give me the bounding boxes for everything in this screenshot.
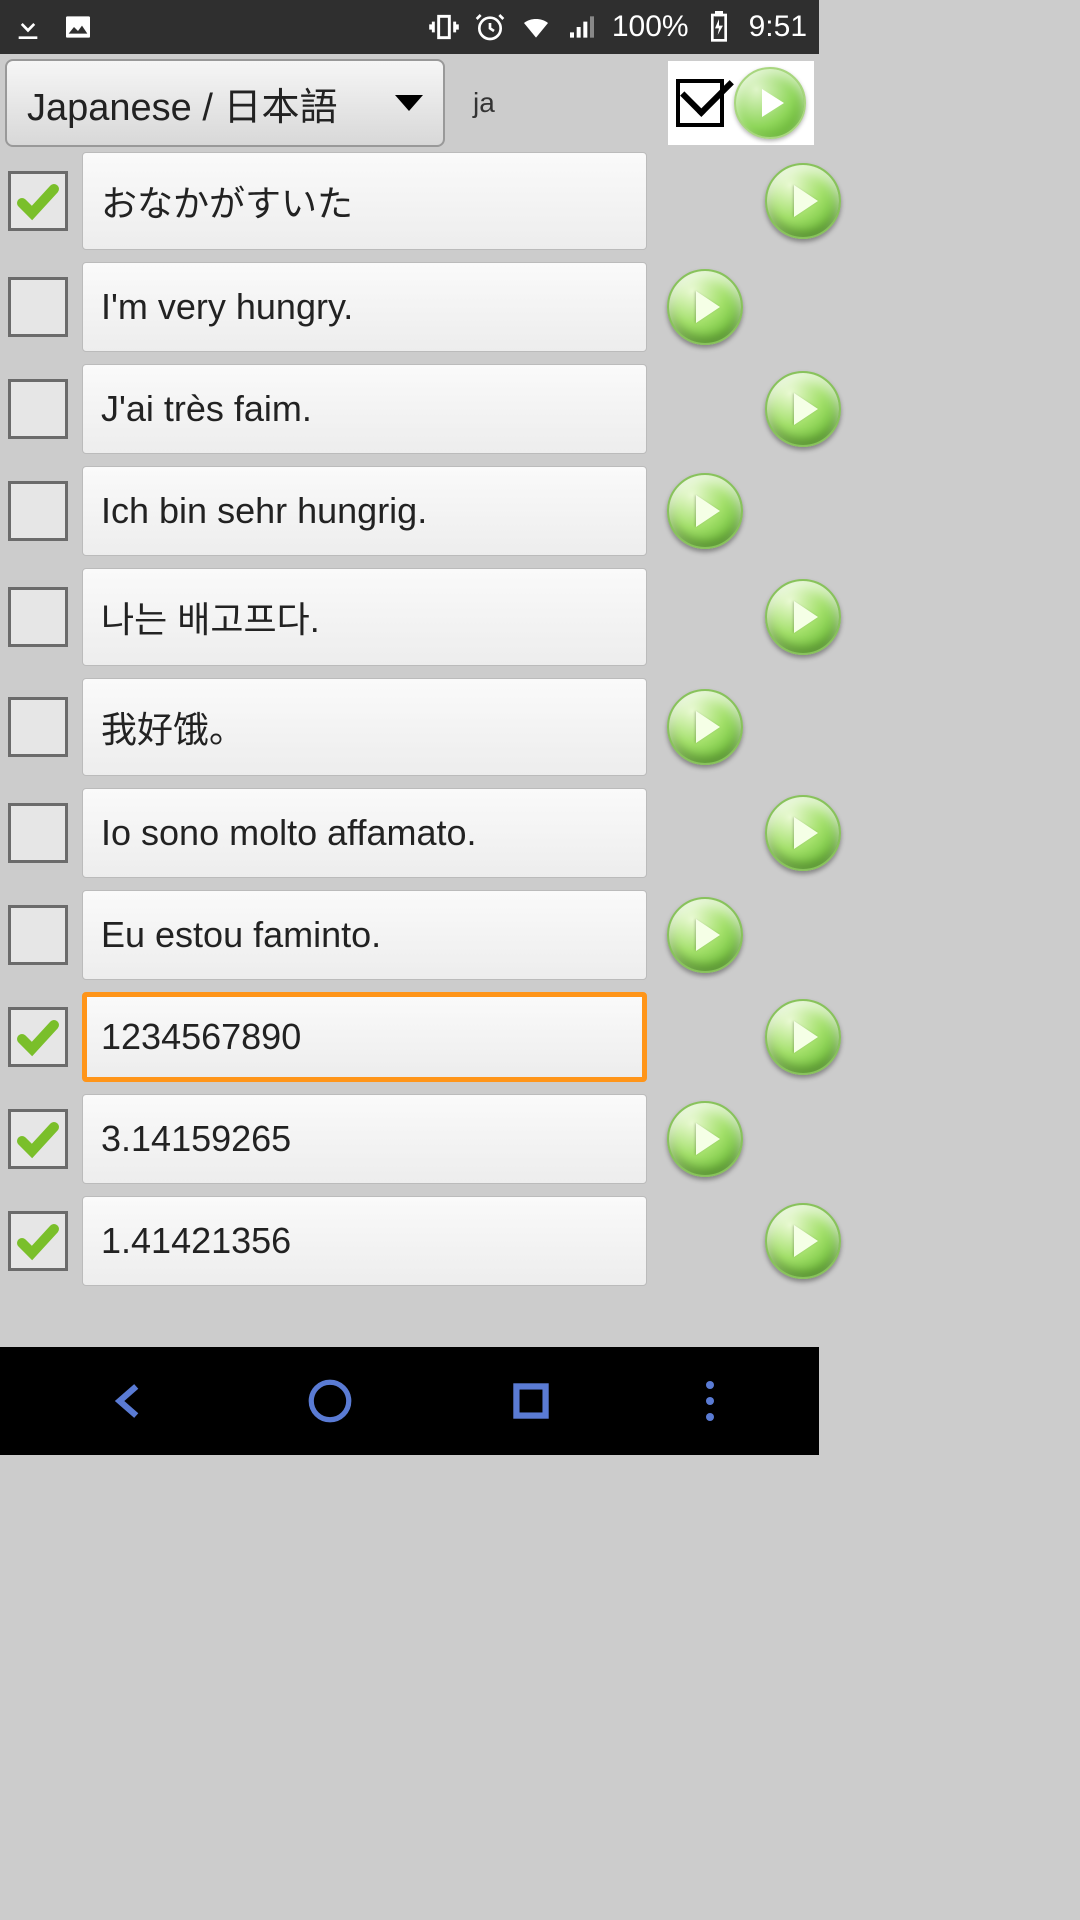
phrase-row: J'ai très faim.: [8, 364, 811, 454]
row-checkbox[interactable]: [8, 1109, 68, 1169]
chevron-down-icon: [395, 95, 423, 111]
nav-recent-button[interactable]: [506, 1376, 556, 1426]
play-button[interactable]: [667, 473, 743, 549]
row-checkbox[interactable]: [8, 1211, 68, 1271]
phrase-row: 我好饿。: [8, 678, 811, 776]
nav-back-button[interactable]: [105, 1376, 155, 1426]
phrase-text-field[interactable]: おなかがすいた: [82, 152, 647, 250]
signal-icon: [566, 11, 598, 43]
play-button[interactable]: [765, 579, 841, 655]
phrase-text-field[interactable]: Io sono molto affamato.: [82, 788, 647, 878]
select-all-checkbox[interactable]: [676, 79, 724, 127]
phrase-text-field[interactable]: 我好饿。: [82, 678, 647, 776]
phrase-text-field[interactable]: 나는 배고프다.: [82, 568, 647, 666]
header-controls: [668, 61, 814, 145]
phrase-text-field[interactable]: Ich bin sehr hungrig.: [82, 466, 647, 556]
nav-menu-button[interactable]: [706, 1381, 714, 1421]
phrase-text-field[interactable]: 1234567890: [82, 992, 647, 1082]
play-button[interactable]: [765, 795, 841, 871]
clock-time: 9:51: [749, 10, 807, 44]
play-button[interactable]: [765, 371, 841, 447]
phrase-text-field[interactable]: Eu estou faminto.: [82, 890, 647, 980]
row-checkbox[interactable]: [8, 803, 68, 863]
language-dropdown[interactable]: Japanese / 日本語: [5, 59, 445, 147]
row-checkbox[interactable]: [8, 905, 68, 965]
battery-percent: 100%: [612, 10, 689, 44]
phrase-row: I'm very hungry.: [8, 262, 811, 352]
phrase-row: おなかがすいた: [8, 152, 811, 250]
play-button[interactable]: [667, 269, 743, 345]
play-button[interactable]: [765, 1203, 841, 1279]
header: Japanese / 日本語 ja: [0, 54, 819, 152]
nav-home-button[interactable]: [305, 1376, 355, 1426]
row-checkbox[interactable]: [8, 697, 68, 757]
battery-charging-icon: [703, 11, 735, 43]
play-button[interactable]: [667, 689, 743, 765]
download-icon: [12, 11, 44, 43]
phrase-text-field[interactable]: 3.14159265: [82, 1094, 647, 1184]
play-button[interactable]: [667, 1101, 743, 1177]
row-checkbox[interactable]: [8, 1007, 68, 1067]
phrase-row: 나는 배고프다.: [8, 568, 811, 666]
play-button[interactable]: [765, 163, 841, 239]
play-all-button[interactable]: [734, 67, 806, 139]
row-checkbox[interactable]: [8, 277, 68, 337]
row-checkbox[interactable]: [8, 481, 68, 541]
dropdown-label: Japanese / 日本語: [27, 76, 337, 131]
phrase-row: 3.14159265: [8, 1094, 811, 1184]
row-checkbox[interactable]: [8, 587, 68, 647]
phrase-list: おなかがすいた I'm very hungry. J'ai très faim. Ic…: [0, 152, 819, 1286]
play-button[interactable]: [765, 999, 841, 1075]
play-button[interactable]: [667, 897, 743, 973]
language-code: ja: [473, 87, 495, 119]
wifi-icon: [520, 11, 552, 43]
phrase-row: Io sono molto affamato.: [8, 788, 811, 878]
phrase-row: Eu estou faminto.: [8, 890, 811, 980]
phrase-row: 1234567890: [8, 992, 811, 1082]
status-bar: 100% 9:51: [0, 0, 819, 54]
image-icon: [62, 11, 94, 43]
row-checkbox[interactable]: [8, 171, 68, 231]
alarm-icon: [474, 11, 506, 43]
phrase-row: Ich bin sehr hungrig.: [8, 466, 811, 556]
phrase-text-field[interactable]: I'm very hungry.: [82, 262, 647, 352]
row-checkbox[interactable]: [8, 379, 68, 439]
phrase-text-field[interactable]: J'ai très faim.: [82, 364, 647, 454]
phrase-text-field[interactable]: 1.41421356: [82, 1196, 647, 1286]
phrase-row: 1.41421356: [8, 1196, 811, 1286]
vibrate-icon: [428, 11, 460, 43]
navigation-bar: [0, 1347, 819, 1455]
